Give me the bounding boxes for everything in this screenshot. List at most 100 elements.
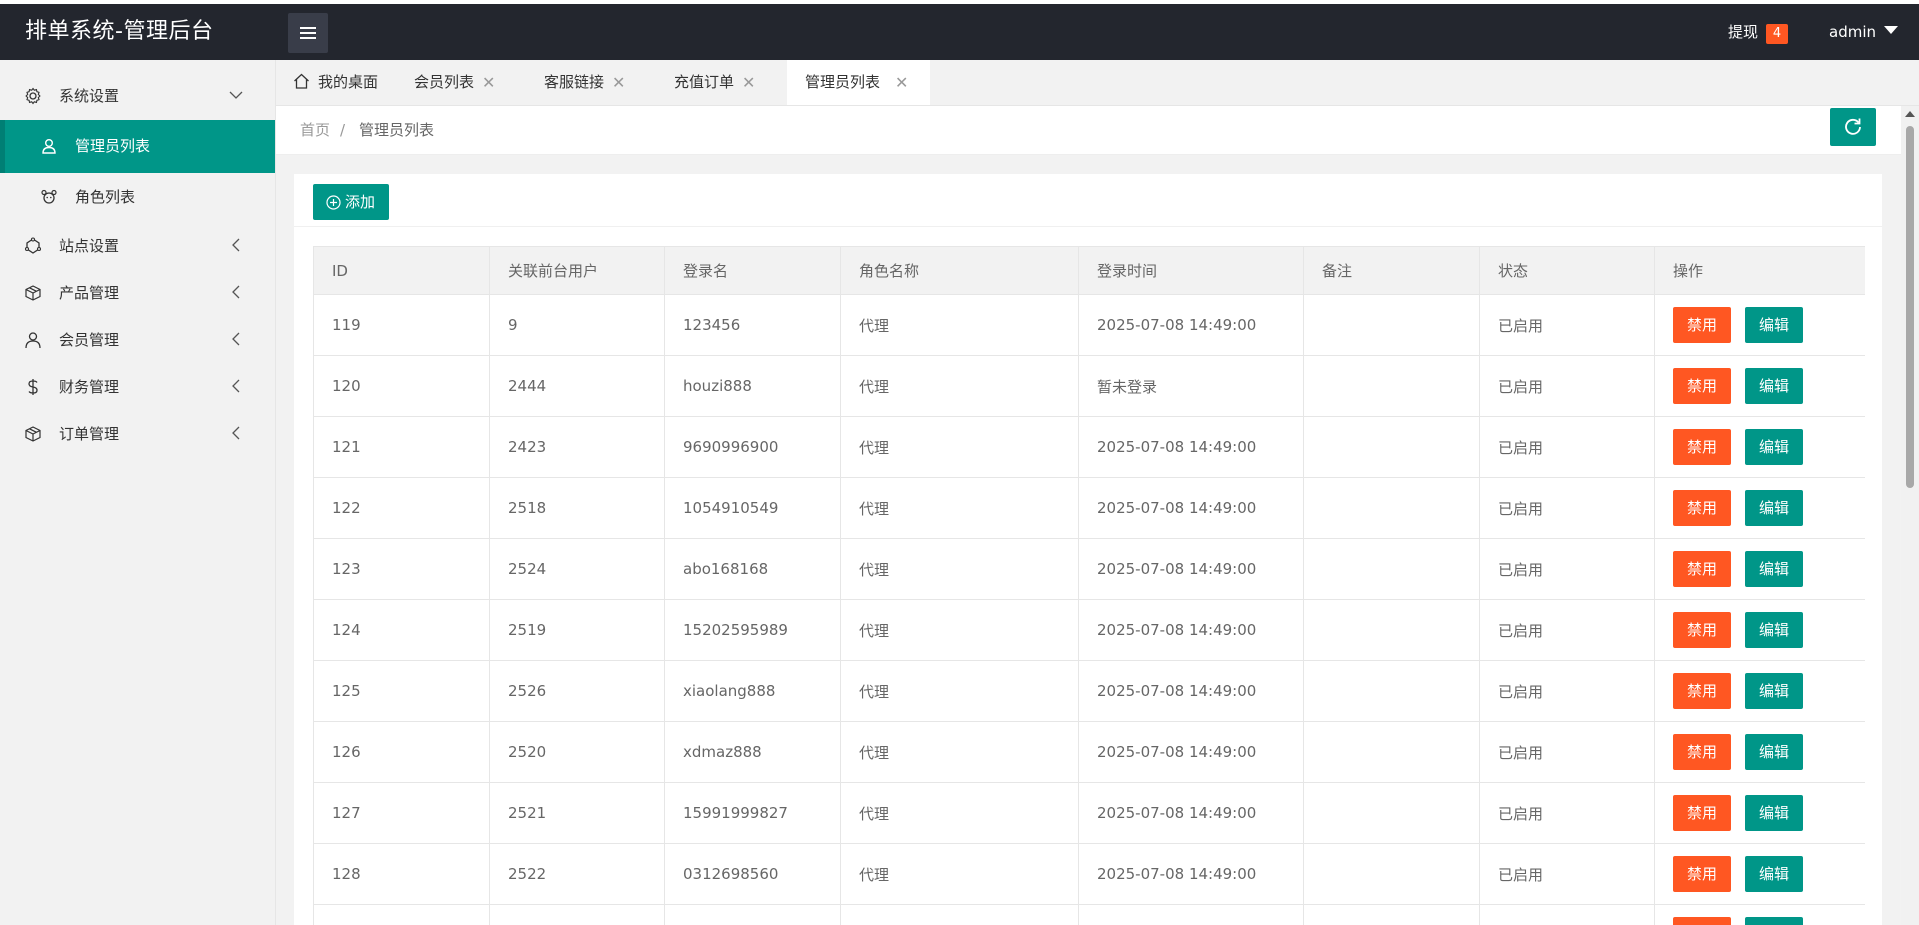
close-icon[interactable]: ✕ — [895, 60, 908, 105]
column-header: ID — [313, 246, 490, 295]
edit-button[interactable]: 编辑 — [1745, 612, 1804, 648]
table-cell — [1303, 538, 1480, 600]
actions-cell: 禁用编辑 — [1654, 782, 1865, 844]
sidebar-item-order-management[interactable]: 订单管理 — [0, 410, 275, 458]
table-cell — [1303, 477, 1480, 539]
table-row: 119 9 123456 代理 2025-07-08 14:49:00 已启用 禁用 编辑 — [313, 294, 1865, 356]
edit-button[interactable]: 编辑 — [1745, 734, 1804, 770]
sidebar-item-site-settings[interactable]: 站点设置 — [0, 222, 275, 270]
sidebar-item-role-list[interactable]: 角色列表 — [0, 173, 275, 221]
sidebar-item-label: 订单管理 — [59, 425, 120, 443]
table-cell — [489, 904, 665, 925]
table-cell: 2025-07-08 14:49:00 — [1078, 782, 1304, 844]
table-cell — [1303, 843, 1480, 905]
table-cell: 2025-07-08 14:49:00 — [1078, 660, 1304, 722]
sidebar: 系统设置 管理员列表 角色列表 站点设置 产品管理 会员管理 财务管理 订单管理 — [0, 60, 276, 925]
table-cell: xdmaz888 — [664, 721, 841, 783]
disable-button[interactable]: 禁用 — [1673, 490, 1732, 526]
table-cell — [1078, 904, 1304, 925]
edit-button[interactable]: 编辑 — [1745, 917, 1804, 925]
sidebar-item-label: 角色列表 — [75, 188, 136, 206]
disable-button[interactable]: 禁用 — [1673, 673, 1732, 709]
disable-button[interactable]: 禁用 — [1673, 368, 1732, 404]
disable-button[interactable]: 禁用 — [1673, 917, 1732, 925]
chevron-left-icon — [232, 332, 240, 346]
table-cell: houzi888 — [664, 355, 841, 417]
tab-recharge-orders[interactable]: 充值订单 ✕ — [654, 60, 784, 105]
table-cell: 代理 — [840, 782, 1079, 844]
table-cell — [840, 904, 1079, 925]
table-cell: 9690996900 — [664, 416, 841, 478]
tab-service-link[interactable]: 客服链接 ✕ — [524, 60, 654, 105]
close-icon[interactable]: ✕ — [742, 60, 755, 105]
table-cell: 0312698560 — [664, 843, 841, 905]
tab-my-desktop[interactable]: 我的桌面 — [276, 60, 394, 105]
table-cell: 126 — [313, 721, 490, 783]
disable-button[interactable]: 禁用 — [1673, 612, 1732, 648]
user-menu[interactable]: admin — [1829, 4, 1898, 60]
scroll-thumb[interactable] — [1906, 126, 1914, 488]
edit-button[interactable]: 编辑 — [1745, 429, 1804, 465]
table-cell: 代理 — [840, 477, 1079, 539]
sidebar-item-admin-list[interactable]: 管理员列表 — [0, 120, 275, 173]
table-cell: 15991999827 — [664, 782, 841, 844]
sidebar-item-label: 系统设置 — [59, 87, 120, 105]
breadcrumb: 首页 / 管理员列表 — [276, 106, 1919, 155]
page-scrollbar[interactable] — [1901, 106, 1919, 925]
scroll-up-icon[interactable] — [1905, 111, 1915, 117]
disable-button[interactable]: 禁用 — [1673, 429, 1732, 465]
disable-button[interactable]: 禁用 — [1673, 856, 1732, 892]
disable-button[interactable]: 禁用 — [1673, 734, 1732, 770]
menu-toggle-button[interactable] — [288, 13, 328, 53]
table-cell: 代理 — [840, 599, 1079, 661]
edit-button[interactable]: 编辑 — [1745, 673, 1804, 709]
breadcrumb-home[interactable]: 首页 — [300, 106, 330, 154]
edit-button[interactable]: 编辑 — [1745, 368, 1804, 404]
disable-button[interactable]: 禁用 — [1673, 551, 1732, 587]
tab-label: 客服链接 — [544, 73, 605, 91]
edit-button[interactable]: 编辑 — [1745, 856, 1804, 892]
edit-button[interactable]: 编辑 — [1745, 795, 1804, 831]
table-cell: 代理 — [840, 355, 1079, 417]
table-row: 126 2520 xdmaz888 代理 2025-07-08 14:49:00 已启用禁… — [313, 721, 1865, 783]
sidebar-item-system-settings[interactable]: 系统设置 — [0, 72, 275, 120]
edit-button[interactable]: 编辑 — [1745, 490, 1804, 526]
close-icon[interactable]: ✕ — [482, 60, 495, 105]
chevron-down-icon — [229, 91, 243, 99]
table-cell — [313, 904, 490, 925]
disable-button[interactable]: 禁用 — [1673, 795, 1732, 831]
table-cell: 代理 — [840, 721, 1079, 783]
disable-button[interactable]: 禁用 — [1673, 307, 1732, 343]
sidebar-item-finance-management[interactable]: 财务管理 — [0, 363, 275, 411]
table-cell — [1303, 660, 1480, 722]
column-header: 角色名称 — [840, 246, 1079, 295]
table-cell: 120 — [313, 355, 490, 417]
edit-button[interactable]: 编辑 — [1745, 551, 1804, 587]
table-cell: 123 — [313, 538, 490, 600]
edit-button[interactable]: 编辑 — [1745, 307, 1804, 343]
tab-member-list[interactable]: 会员列表 ✕ — [394, 60, 524, 105]
table-row: 121 2423 9690996900 代理 2025-07-08 14:49:00 已启… — [313, 416, 1865, 478]
withdraw-link[interactable]: 提现 4 — [1728, 4, 1789, 60]
sidebar-item-product-management[interactable]: 产品管理 — [0, 269, 275, 317]
tab-label: 会员列表 — [414, 73, 475, 91]
tab-label: 我的桌面 — [318, 73, 379, 91]
table-cell: 127 — [313, 782, 490, 844]
table-cell — [1303, 355, 1480, 417]
refresh-button[interactable] — [1830, 108, 1876, 146]
actions-cell: 禁用编辑 — [1654, 843, 1865, 905]
actions-cell: 禁用编辑 — [1654, 660, 1865, 722]
table-cell: 15202595989 — [664, 599, 841, 661]
tab-admin-list[interactable]: 管理员列表 ✕ — [787, 60, 930, 105]
close-icon[interactable]: ✕ — [612, 60, 625, 105]
column-header: 登录名 — [664, 246, 841, 295]
add-button[interactable]: 添加 — [313, 184, 389, 220]
table-cell: 2520 — [489, 721, 665, 783]
actions-cell: 禁用编辑 — [1654, 355, 1865, 417]
column-header: 备注 — [1303, 246, 1480, 295]
table-cell: 代理 — [840, 843, 1079, 905]
chevron-left-icon — [232, 238, 240, 252]
sidebar-item-member-management[interactable]: 会员管理 — [0, 316, 275, 364]
actions-cell: 禁用编辑 — [1654, 599, 1865, 661]
table-cell: 已启用 — [1479, 477, 1655, 539]
